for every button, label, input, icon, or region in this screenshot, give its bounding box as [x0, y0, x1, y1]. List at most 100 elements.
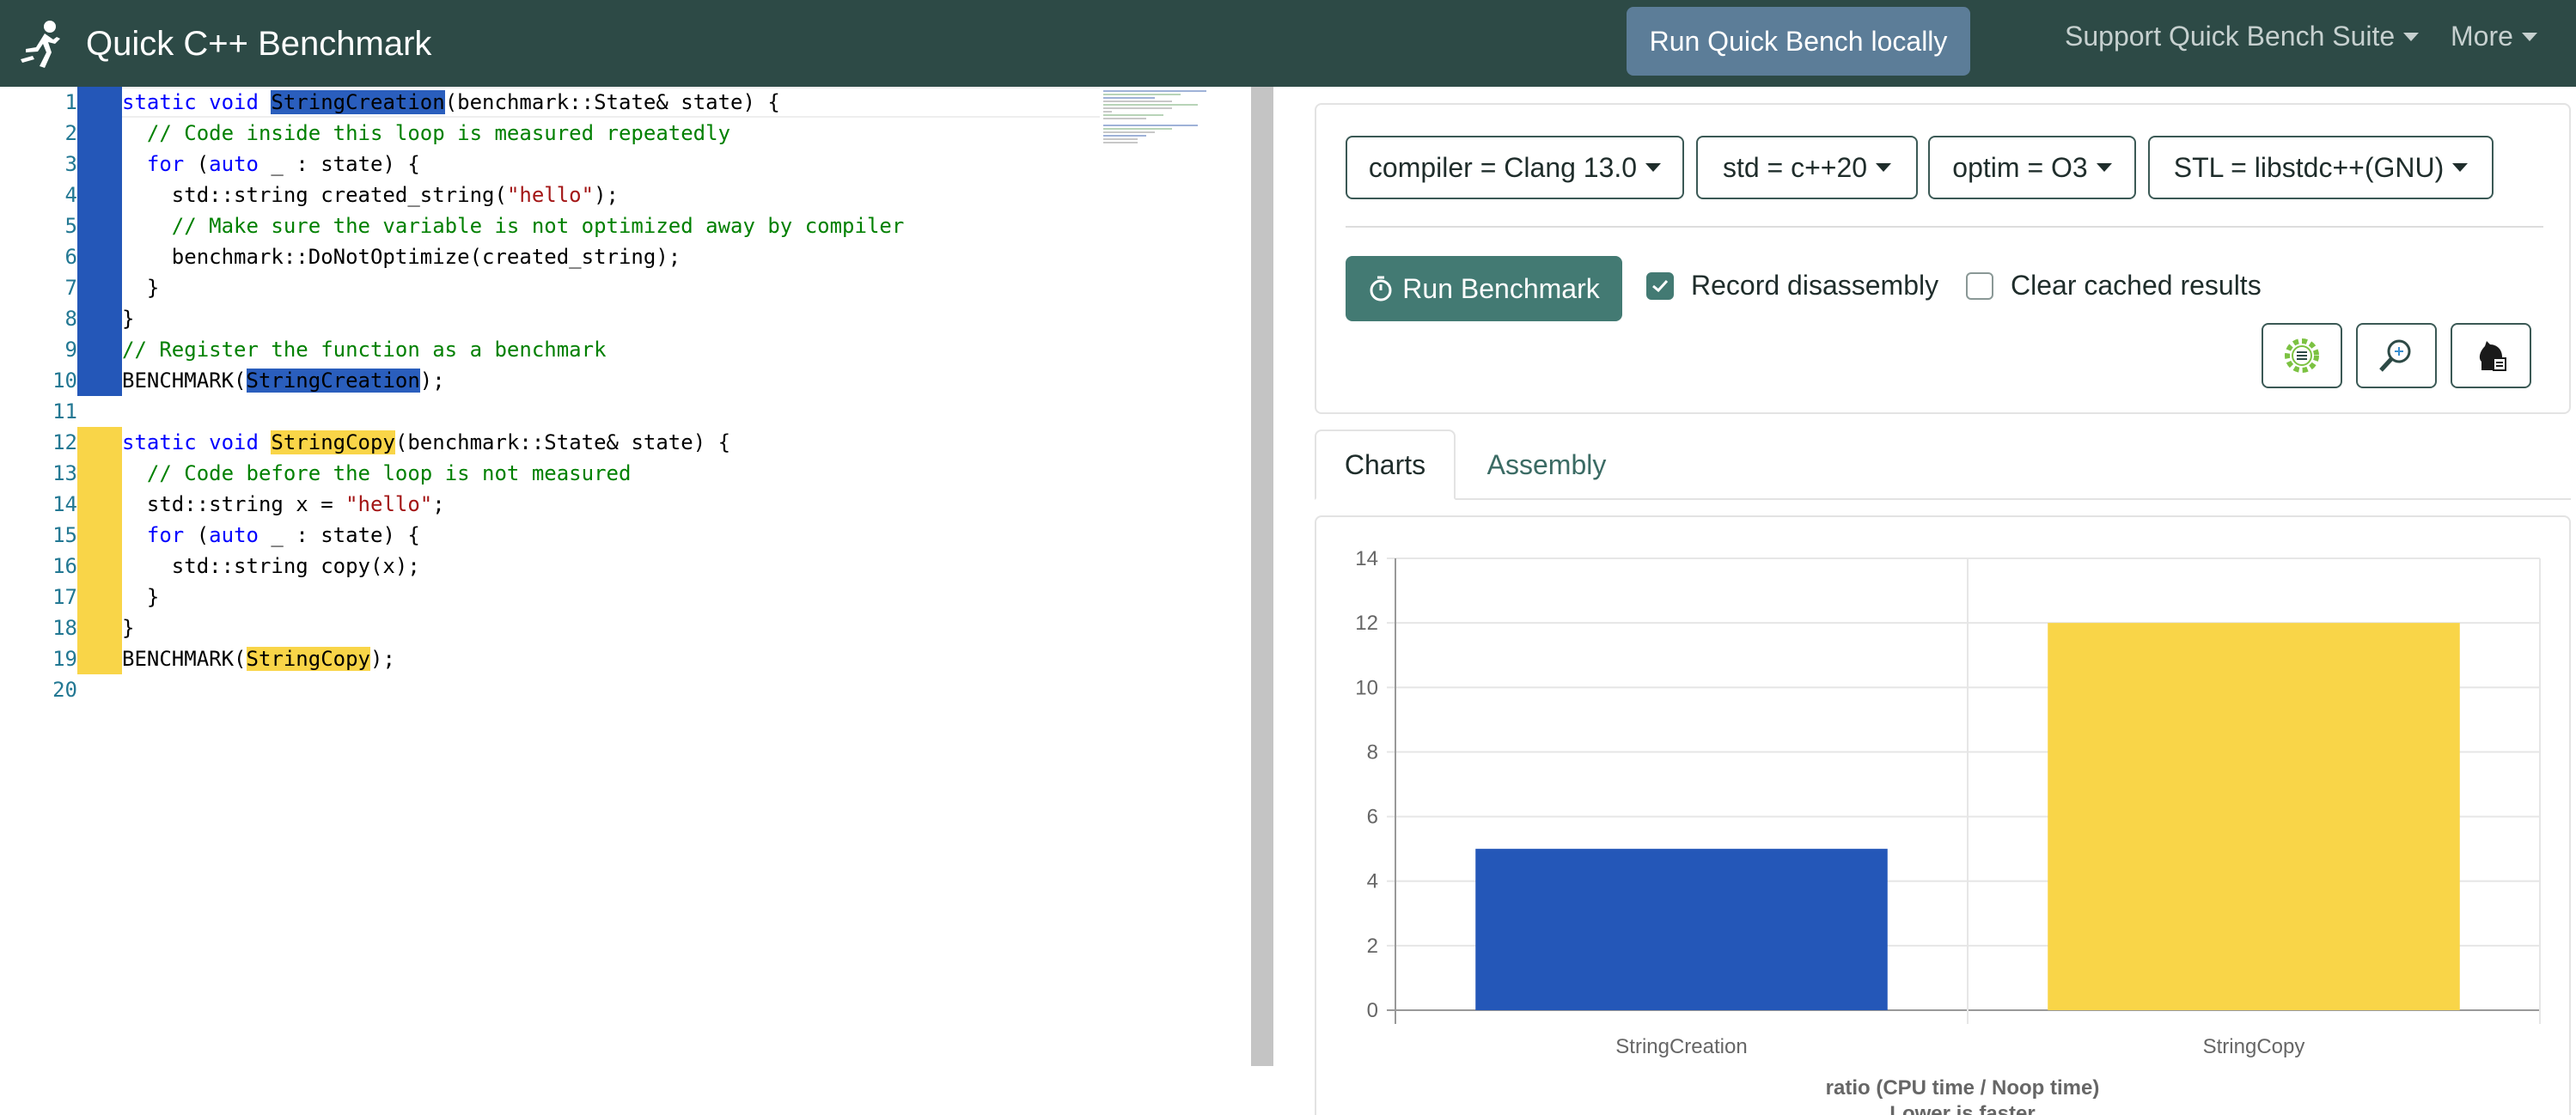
- code-text: BENCHMARK(StringCreation);: [122, 369, 445, 393]
- code-line[interactable]: 9 // Register the function as a benchmar…: [0, 334, 1100, 365]
- clear-cache-label: Clear cached results: [2011, 270, 2262, 301]
- y-tick-label: 6: [1367, 806, 1378, 829]
- support-label: Support Quick Bench Suite: [2065, 21, 2396, 52]
- run-benchmark-label: Run Benchmark: [1402, 272, 1600, 304]
- divider: [1346, 226, 2543, 228]
- code-line[interactable]: 10 BENCHMARK(StringCreation);: [0, 365, 1100, 396]
- optim-label: optim = O3: [1952, 151, 2088, 183]
- editor-minimap[interactable]: [1103, 90, 1241, 159]
- code-text: // Make sure the variable is not optimiz…: [171, 214, 905, 238]
- code-text: BENCHMARK(StringCopy);: [122, 647, 395, 671]
- code-line[interactable]: 4 std::string created_string("hello");: [0, 180, 1100, 210]
- code-line[interactable]: 12 static void StringCopy(benchmark::Sta…: [0, 427, 1100, 458]
- more-dropdown[interactable]: More: [2451, 21, 2537, 52]
- line-number: 17: [52, 585, 77, 609]
- record-disassembly-checkbox[interactable]: Record disassembly: [1646, 270, 1938, 302]
- x-axis-title: ratio (CPU time / Noop time): [1826, 1076, 2100, 1100]
- gutter-marker-yellow: [77, 582, 122, 612]
- check-icon: [1652, 279, 1669, 292]
- gutter-marker-blue: [77, 149, 122, 180]
- checkbox-unchecked[interactable]: [1966, 271, 1993, 300]
- line-number: 9: [64, 338, 77, 362]
- gutter-marker-blue: [77, 118, 122, 149]
- code-line[interactable]: 11: [0, 396, 1100, 427]
- optim-dropdown[interactable]: optim = O3: [1928, 136, 2136, 199]
- code-line[interactable]: 8 }: [0, 303, 1100, 334]
- code-text: static void StringCopy(benchmark::State&…: [122, 430, 731, 454]
- caret-down-icon: [2096, 163, 2112, 172]
- gutter-marker-blue: [77, 210, 122, 241]
- code-text: }: [146, 585, 160, 609]
- chess-knight-icon: [2479, 341, 2506, 371]
- gutter-marker-yellow: [77, 489, 122, 520]
- gutter-marker-blue: [77, 180, 122, 210]
- y-tick-label: 8: [1367, 740, 1378, 764]
- code-line[interactable]: 2 // Code inside this loop is measured r…: [0, 118, 1100, 149]
- code-text: std::string created_string("hello");: [171, 183, 619, 207]
- code-line[interactable]: 16 std::string copy(x);: [0, 551, 1100, 582]
- code-line[interactable]: 14 std::string x = "hello";: [0, 489, 1100, 520]
- line-number: 5: [64, 214, 77, 238]
- code-editor[interactable]: 1 static void StringCreation(benchmark::…: [0, 87, 1251, 1115]
- app-title: Quick C++ Benchmark: [86, 24, 432, 63]
- build-bench-button[interactable]: [2451, 323, 2531, 388]
- zoom-icon: [2379, 339, 2411, 372]
- more-label: More: [2451, 21, 2513, 52]
- tab-assembly[interactable]: Assembly: [1461, 430, 1633, 500]
- stopwatch-icon: [1370, 276, 1392, 302]
- y-tick-label: 14: [1355, 547, 1378, 570]
- caret-down-icon: [2452, 163, 2469, 172]
- checkbox-checked[interactable]: [1646, 271, 1674, 300]
- code-line[interactable]: 18 }: [0, 612, 1100, 643]
- editor-scrollbar[interactable]: [1251, 87, 1273, 1066]
- line-number: 10: [52, 369, 77, 393]
- run-benchmark-button[interactable]: Run Benchmark: [1346, 256, 1622, 321]
- x-tick-label: StringCreation: [1615, 1035, 1747, 1058]
- code-line[interactable]: 17 }: [0, 582, 1100, 612]
- line-number: 2: [64, 121, 77, 145]
- code-text: }: [122, 616, 135, 640]
- code-text: // Register the function as a benchmark: [122, 338, 607, 362]
- tab-charts[interactable]: Charts: [1315, 430, 1456, 500]
- compiler-explorer-button[interactable]: [2356, 323, 2437, 388]
- clear-cache-checkbox[interactable]: Clear cached results: [1966, 270, 2262, 302]
- gutter-marker-blue: [77, 303, 122, 334]
- code-line[interactable]: 19 BENCHMARK(StringCopy);: [0, 643, 1100, 674]
- line-number: 18: [52, 616, 77, 640]
- run-locally-button[interactable]: Run Quick Bench locally: [1627, 7, 1970, 76]
- code-line[interactable]: 5 // Make sure the variable is not optim…: [0, 210, 1100, 241]
- compiler-dropdown[interactable]: compiler = Clang 13.0: [1346, 136, 1684, 199]
- code-text: benchmark::DoNotOptimize(created_string)…: [171, 245, 681, 269]
- code-text: // Code before the loop is not measured: [146, 461, 632, 485]
- gutter-marker-blue: [77, 334, 122, 365]
- code-line[interactable]: 13 // Code before the loop is not measur…: [0, 458, 1100, 489]
- code-line[interactable]: 6 benchmark::DoNotOptimize(created_strin…: [0, 241, 1100, 272]
- line-number: 12: [52, 430, 77, 454]
- line-number: 13: [52, 461, 77, 485]
- bar-chart: 0 2 4 6 8 10 12 14 StringCreation StringCopy ratio…: [1355, 547, 2541, 1115]
- code-line[interactable]: 3 for (auto _ : state) {: [0, 149, 1100, 180]
- x-tick-label: StringCopy: [2203, 1035, 2305, 1058]
- gutter-marker-yellow: [77, 551, 122, 582]
- gutter-marker-yellow: [77, 520, 122, 551]
- line-number: 3: [64, 152, 77, 176]
- gutter-marker-yellow: [77, 427, 122, 458]
- std-dropdown[interactable]: std = c++20: [1696, 136, 1918, 199]
- line-number: 1: [64, 90, 77, 114]
- caret-down-icon: [1645, 163, 1662, 172]
- line-number: 6: [64, 245, 77, 269]
- brand[interactable]: Quick C++ Benchmark: [19, 14, 431, 74]
- gutter-marker-blue: [77, 365, 122, 396]
- stl-dropdown[interactable]: STL = libstdc++(GNU): [2148, 136, 2494, 199]
- support-dropdown[interactable]: Support Quick Bench Suite: [2065, 21, 2420, 52]
- code-line[interactable]: 20: [0, 674, 1100, 705]
- code-line[interactable]: 7 }: [0, 272, 1100, 303]
- code-line[interactable]: 1 static void StringCreation(benchmark::…: [0, 87, 1100, 118]
- code-line[interactable]: 15 for (auto _ : state) {: [0, 520, 1100, 551]
- y-tick-label: 4: [1367, 870, 1378, 893]
- navbar: Quick C++ Benchmark Run Quick Bench loca…: [0, 0, 2576, 87]
- caret-down-icon: [2403, 32, 2420, 41]
- compile-options-button[interactable]: [2262, 323, 2342, 388]
- code-text: // Code inside this loop is measured rep…: [146, 121, 731, 145]
- y-tick-label: 12: [1355, 612, 1378, 635]
